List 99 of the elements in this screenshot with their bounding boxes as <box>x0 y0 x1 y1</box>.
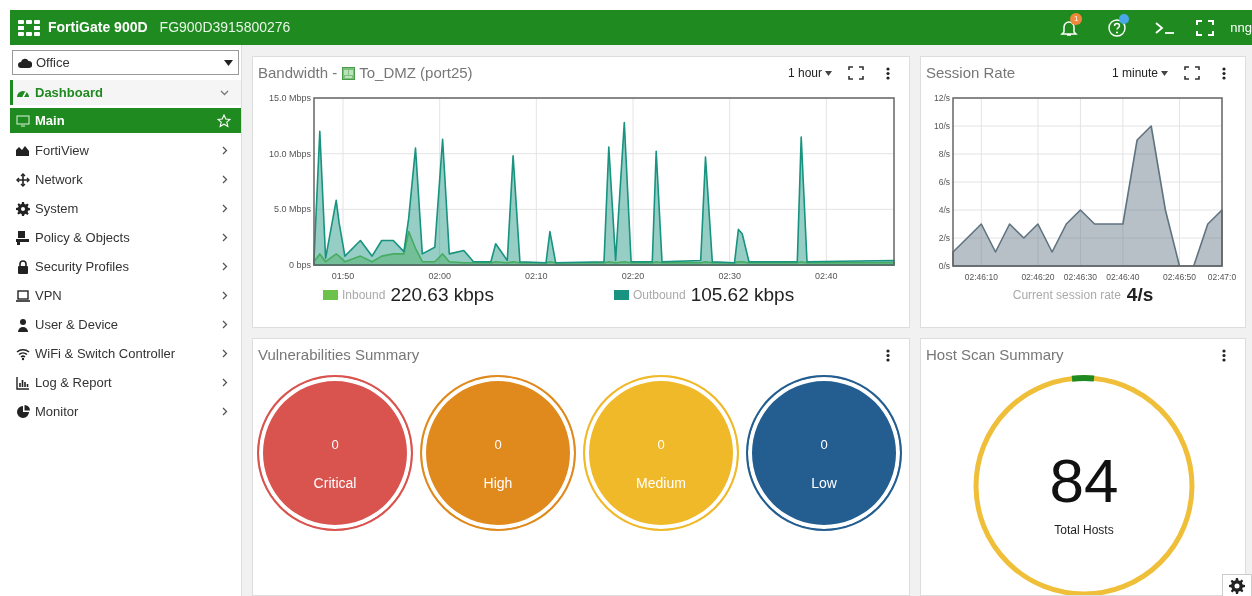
pie-chart-icon <box>16 404 30 419</box>
network-arrows-icon <box>16 172 30 187</box>
more-options-button[interactable] <box>1222 66 1226 80</box>
port-icon <box>342 66 356 80</box>
severity-count: 0 <box>494 436 502 454</box>
axis-label: 5.0 Mbps <box>273 204 311 215</box>
fullscreen-icon <box>848 66 864 80</box>
product-name: FortiGate 900D <box>48 18 148 37</box>
help-icon <box>1107 17 1128 38</box>
axis-label: 02:00 <box>428 271 451 281</box>
sidebar-item[interactable]: Security Profiles <box>10 252 241 281</box>
legend-label: Outbound <box>632 287 686 305</box>
axis-label: 0/s <box>938 261 950 271</box>
sidebar-item[interactable]: VPN <box>10 281 241 310</box>
kebab-menu-icon <box>886 66 890 80</box>
axis-label: 02:20 <box>621 271 645 281</box>
cloud-icon <box>18 56 32 69</box>
star-icon[interactable] <box>217 113 231 128</box>
kebab-menu-icon <box>886 348 890 362</box>
user-icon <box>16 317 30 332</box>
axis-label: 01:50 <box>331 271 355 281</box>
axis-label: 02:46:20 <box>1021 272 1055 281</box>
severity-label: Low <box>811 473 837 493</box>
legend-label: Inbound <box>342 287 386 305</box>
caption: Current session rate <box>1012 287 1121 305</box>
fullscreen-icon <box>1184 66 1200 80</box>
lock-icon <box>16 259 30 274</box>
panel-title: Host Scan Summary <box>926 344 1064 365</box>
panel-title: Vulnerabilities Summary <box>258 344 420 365</box>
sidebar-item[interactable]: User & Device <box>10 310 241 339</box>
desk-icon <box>16 230 30 245</box>
severity-count: 0 <box>657 436 665 454</box>
axis-label: 8/s <box>938 149 950 159</box>
axis-label: 02:40 <box>815 271 838 281</box>
laptop-icon <box>16 288 30 303</box>
monitor-icon <box>16 114 30 127</box>
severity-label: High <box>483 473 513 493</box>
time-range-dropdown[interactable]: 1 hour <box>787 64 832 82</box>
serial-number: FG900D3915800276 <box>159 18 291 37</box>
settings-icon <box>16 201 30 216</box>
settings-icon <box>1229 578 1245 594</box>
axis-label: 10.0 Mbps <box>268 148 311 159</box>
sidebar-item[interactable]: FortiView <box>10 136 241 165</box>
axis-label: 2/s <box>938 233 950 243</box>
more-options-button[interactable] <box>886 66 890 80</box>
severity-label: Medium <box>636 473 686 493</box>
caret-icon <box>1161 70 1168 76</box>
axis-label: 02:47:0 <box>1207 272 1237 281</box>
more-options-button[interactable] <box>1222 348 1226 362</box>
interface-name: To_DMZ (port25) <box>359 62 473 83</box>
bar-chart-icon <box>16 375 30 390</box>
vdom-dropdown[interactable]: Office <box>12 50 239 75</box>
severity-count: 0 <box>820 436 828 454</box>
sidebar-item[interactable]: Monitor <box>10 397 241 426</box>
caret-icon <box>825 70 832 76</box>
axis-label: 02:10 <box>525 271 548 281</box>
notification-badge: 1 <box>1070 12 1083 25</box>
axis-label: 15.0 Mbps <box>268 93 311 103</box>
sidebar-item[interactable]: WiFi & Switch Controller <box>10 339 241 368</box>
sidebar-item[interactable]: Dashboard <box>10 80 241 105</box>
kebab-menu-icon <box>1222 348 1226 362</box>
total-hosts-value: 84 <box>1049 449 1119 513</box>
axis-label: 0 bps <box>288 260 311 270</box>
panel-title: Session Rate <box>926 62 1016 83</box>
user-menu[interactable]: nng <box>1230 17 1252 38</box>
axis-label: 02:46:10 <box>964 272 998 281</box>
axis-label: 6/s <box>938 177 950 187</box>
sidebar-subitem[interactable]: Main <box>10 108 241 133</box>
sidebar-item[interactable]: Policy & Objects <box>10 223 241 252</box>
sidebar-item[interactable]: Network <box>10 165 241 194</box>
bell-icon <box>1060 18 1079 37</box>
caret-icon <box>224 59 233 66</box>
axis-label: 02:30 <box>718 271 741 281</box>
axis-label: 02:46:40 <box>1106 272 1140 281</box>
expand-button[interactable] <box>848 66 864 80</box>
panel-title: Bandwidth - <box>258 62 338 83</box>
expand-button[interactable] <box>1184 66 1200 80</box>
settings-button[interactable] <box>1222 574 1252 596</box>
axis-label: 4/s <box>938 205 950 215</box>
sidebar-item[interactable]: Log & Report <box>10 368 241 397</box>
bandwidth-reading: 105.62 kbps <box>690 283 795 307</box>
sidebar-item[interactable]: System <box>10 194 241 223</box>
axis-label: 10/s <box>933 121 950 131</box>
wifi-icon <box>16 346 30 361</box>
fullscreen-icon <box>1196 19 1215 36</box>
total-hosts-label: Total Hosts <box>1054 522 1114 539</box>
time-range-dropdown[interactable]: 1 minute <box>1111 64 1168 82</box>
axis-label: 12/s <box>933 93 950 103</box>
logo-icon <box>18 19 40 36</box>
session-rate-value: 4/s <box>1126 283 1154 307</box>
terminal-icon <box>1155 20 1176 35</box>
status-dot-icon <box>1119 13 1130 24</box>
severity-count: 0 <box>331 436 339 454</box>
kebab-menu-icon <box>1222 66 1226 80</box>
bandwidth-reading: 220.63 kbps <box>390 283 494 307</box>
severity-label: Critical <box>313 473 357 493</box>
more-options-button[interactable] <box>886 348 890 362</box>
axis-label: 02:46:30 <box>1063 272 1097 281</box>
axis-label: 02:46:50 <box>1163 272 1197 281</box>
